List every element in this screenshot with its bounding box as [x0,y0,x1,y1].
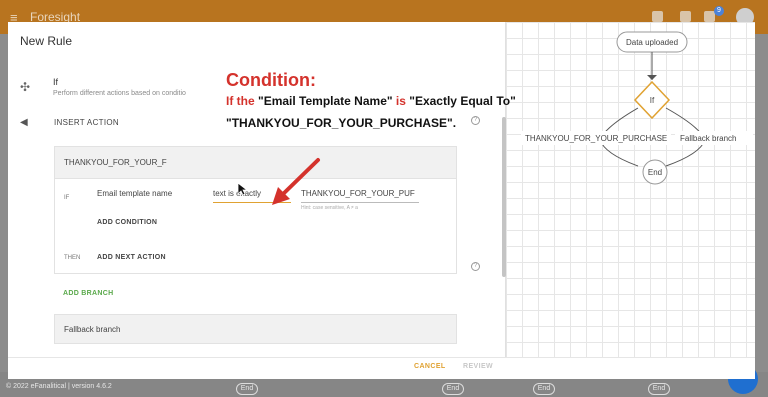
review-button[interactable]: REVIEW [463,363,493,370]
arrowhead-icon [647,75,657,80]
insert-action-label: INSERT ACTION [54,118,119,127]
fallback-branch-label: Fallback branch [64,325,121,334]
annotation-title: Condition: [226,70,316,90]
apps-icon[interactable] [652,11,663,22]
if-label: IF [64,195,70,201]
annotation-line-1: If the "Email Template Name" is "Exactly… [226,94,516,108]
branch-icon: ✣ [20,80,31,94]
help-icon[interactable]: ? [471,262,480,271]
background-end-node: End [648,383,670,395]
branch-card: THANKYOU_FOR_YOUR_F IF Email template na… [54,146,457,274]
annotation-keyword: If the [226,94,255,108]
fallback-branch-card[interactable]: Fallback branch [54,314,457,344]
right-branch-label: Fallback branch [680,134,736,143]
end-node-label: End [648,168,662,177]
version-text: © 2022 eFanalitical | version 4.6.2 [6,383,112,390]
new-rule-dialog: New Rule ✣ If Perform different actions … [8,22,755,379]
branch-header[interactable]: THANKYOU_FOR_YOUR_F [55,147,456,179]
annotation-keyword: is [395,94,406,108]
arrow-left-icon[interactable]: ◀ [20,117,28,128]
background-end-node: End [442,383,464,395]
branch-name: THANKYOU_FOR_YOUR_F [64,158,167,167]
condition-field[interactable]: Email template name [97,189,172,198]
notification-badge: 9 [714,6,724,16]
action-subtitle: Perform different actions based on condi… [53,90,186,97]
start-node-label: Data uploaded [626,38,678,47]
dialog-title: New Rule [20,34,73,48]
left-branch-label: THANKYOU_FOR_YOUR_PURCHASE [525,134,667,143]
annotation-operator: "Exactly Equal To" [409,94,516,108]
mouse-cursor-icon [237,182,247,196]
decision-node-label: If [650,96,655,105]
help-icon[interactable]: ? [471,116,480,125]
annotation-field: "Email Template Name" [258,94,393,108]
rule-flowchart: Data uploaded If THANKYOU_FOR_YOUR_PURCH… [521,31,753,185]
annotation-value: "THANKYOU_FOR_YOUR_PURCHASE". [226,116,457,130]
dialog-footer: CANCEL REVIEW [8,357,755,379]
then-label: THEN [64,255,81,261]
action-title: If [53,77,59,87]
background-end-node: End [533,383,555,395]
grid-icon[interactable] [680,11,691,22]
background-end-node: End [236,383,258,395]
add-next-action-button[interactable]: ADD NEXT ACTION [97,254,166,261]
add-branch-button[interactable]: ADD BRANCH [63,290,113,297]
cancel-button[interactable]: CANCEL [414,363,446,370]
annotation-arrow-icon [272,158,320,205]
add-condition-button[interactable]: ADD CONDITION [97,219,157,226]
